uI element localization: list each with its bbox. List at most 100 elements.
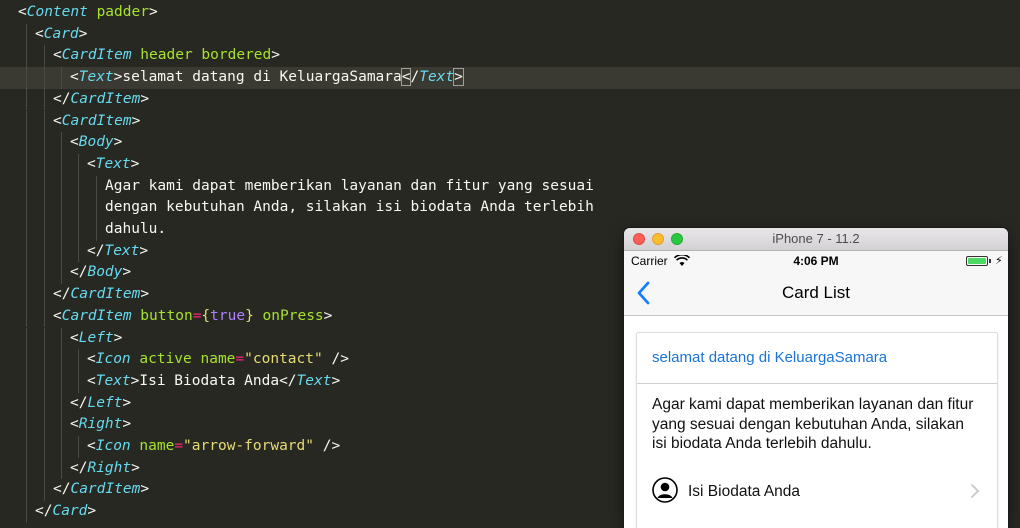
- code-text: <CardItem button={true} onPress>: [53, 306, 332, 328]
- indent-guide: [44, 392, 45, 415]
- simulator-titlebar: iPhone 7 - 11.2: [624, 228, 1008, 251]
- code-token: Left: [78, 329, 114, 346]
- indent-guide: [61, 132, 62, 154]
- status-bar: Carrier 4:06 PM ⚡: [624, 251, 1008, 271]
- code-token: Text: [95, 372, 131, 389]
- code-token: <: [87, 155, 96, 172]
- code-line[interactable]: <Content padder>: [0, 2, 1020, 24]
- code-line[interactable]: <Text>: [0, 153, 1020, 176]
- status-time: 4:06 PM: [793, 254, 839, 268]
- indent-guide: [96, 197, 97, 219]
- code-text: </Right>: [70, 458, 140, 480]
- code-line[interactable]: <Body>: [0, 132, 1020, 154]
- indent-guide: [44, 219, 45, 241]
- code-token: Left: [87, 394, 123, 411]
- code-token: CardItem: [70, 286, 141, 303]
- indent-guide: [26, 414, 27, 436]
- indent-guide: [44, 197, 45, 219]
- code-token: >: [113, 329, 123, 346]
- code-token: Right: [78, 416, 123, 433]
- code-token: >: [148, 4, 158, 20]
- code-line[interactable]: </CardItem>: [0, 88, 1020, 111]
- code-token: </: [35, 503, 53, 520]
- indent-guide: [44, 262, 45, 285]
- code-text: <Icon name="arrow-forward" />: [87, 436, 340, 458]
- code-token: Agar kami dapat memberikan layanan dan f…: [105, 177, 594, 194]
- indent-guide: [78, 175, 79, 198]
- indent-guide: [26, 153, 27, 176]
- indent-guide: [78, 370, 79, 393]
- code-token: >: [131, 112, 141, 129]
- indent-guide: [78, 349, 79, 371]
- code-text: dahulu.: [105, 219, 166, 241]
- indent-guide: [78, 153, 79, 176]
- code-token: >: [331, 372, 341, 389]
- code-token: </: [53, 90, 71, 107]
- indent-guide: [26, 240, 27, 263]
- code-line[interactable]: <CardItem>: [0, 110, 1020, 133]
- contact-icon: [652, 477, 678, 503]
- code-token: <: [53, 307, 62, 324]
- code-text: <Card>: [35, 24, 87, 46]
- code-token: Text: [95, 155, 131, 172]
- code-token: CardItem: [61, 307, 132, 324]
- code-token: <: [70, 416, 79, 433]
- indent-guide: [26, 262, 27, 285]
- indent-guide: [44, 67, 45, 89]
- indent-guide: [26, 327, 27, 350]
- indent-guide: [44, 110, 45, 133]
- code-text: </Left>: [70, 393, 131, 415]
- indent-guide: [61, 197, 62, 219]
- code-token: <: [35, 25, 44, 42]
- indent-guide: [96, 175, 97, 198]
- code-token: </: [87, 242, 105, 259]
- code-line[interactable]: <Card>: [0, 23, 1020, 46]
- code-token: />: [322, 351, 349, 368]
- simulator-title: iPhone 7 - 11.2: [772, 231, 860, 246]
- code-token: =: [235, 351, 245, 368]
- code-token: />: [314, 438, 341, 454]
- code-token: onPress: [253, 307, 324, 324]
- code-line[interactable]: <Text>selamat datang di KeluargaSamara</…: [0, 67, 1020, 89]
- card: selamat datang di KeluargaSamara Agar ka…: [636, 332, 998, 528]
- code-token: Text: [78, 69, 114, 86]
- indent-guide: [61, 175, 62, 198]
- code-line[interactable]: dengan kebutuhan Anda, silakan isi bioda…: [0, 197, 1020, 219]
- indent-guide: [61, 67, 62, 89]
- code-token: >: [140, 90, 150, 107]
- code-token: </: [53, 286, 71, 303]
- code-token: <: [70, 134, 79, 151]
- code-text: <CardItem>: [53, 111, 140, 133]
- indent-guide: [26, 392, 27, 415]
- code-token: >: [122, 416, 132, 433]
- card-header-text: selamat datang di KeluargaSamara: [652, 349, 888, 366]
- code-token: >: [140, 286, 150, 303]
- code-token: Icon: [95, 351, 131, 368]
- code-text: <Icon active name="contact" />: [87, 349, 349, 371]
- code-text: <CardItem header bordered>: [53, 45, 280, 67]
- code-text: <Text>: [87, 154, 139, 176]
- indent-guide: [44, 414, 45, 436]
- indent-guide: [78, 219, 79, 241]
- code-token: active name: [130, 351, 236, 368]
- code-token: <: [53, 112, 62, 129]
- code-token: </: [70, 394, 88, 411]
- code-token: CardItem: [61, 47, 132, 64]
- indent-guide: [26, 132, 27, 154]
- charging-icon: ⚡: [995, 255, 1003, 267]
- indent-guide: [26, 219, 27, 241]
- battery-tip: [989, 259, 991, 263]
- code-token: >: [271, 47, 280, 64]
- navigation-bar: Card List: [624, 271, 1008, 316]
- code-line[interactable]: Agar kami dapat memberikan layanan dan f…: [0, 175, 1020, 198]
- code-token: Text: [296, 372, 332, 389]
- code-token: </: [53, 481, 71, 498]
- code-line[interactable]: <CardItem header bordered>: [0, 45, 1020, 68]
- code-token: selamat datang di KeluargaSamara: [122, 69, 402, 86]
- indent-guide: [44, 153, 45, 176]
- isi-biodata-button[interactable]: Isi Biodata Anda: [637, 473, 997, 513]
- indent-guide: [44, 479, 45, 502]
- indent-guide: [26, 305, 27, 328]
- code-token: CardItem: [70, 90, 141, 107]
- code-token: <: [70, 69, 79, 86]
